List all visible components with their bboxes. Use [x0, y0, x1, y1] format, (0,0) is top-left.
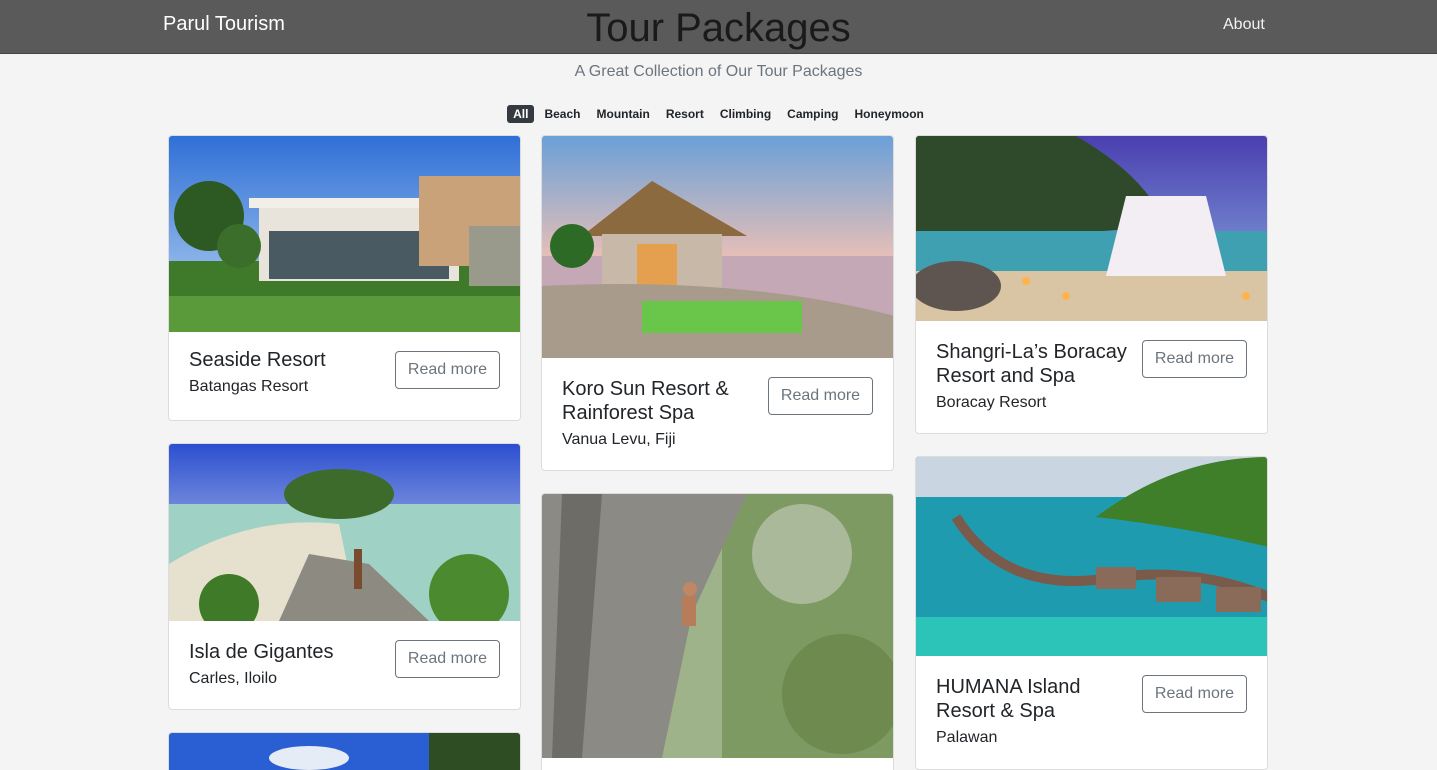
filter-honeymoon[interactable]: Honeymoon — [848, 105, 930, 123]
package-card-koro-sun: Koro Sun Resort & Rainforest Spa Vanua L… — [541, 135, 894, 471]
card-location: Vanua Levu, Fiji — [562, 431, 676, 448]
card-title: Shangri-La’s Boracay Resort and Spa — [936, 341, 1127, 387]
read-more-button[interactable]: Read more — [395, 351, 500, 389]
card-image-isla — [169, 444, 520, 621]
package-card-humana: HUMANA Island Resort & Spa Palawan Read … — [915, 456, 1268, 770]
filter-mountain[interactable]: Mountain — [590, 105, 656, 123]
card-image-koro-sun — [542, 136, 893, 358]
page-title: Tour Packages — [586, 6, 851, 50]
card-image-climbing — [542, 494, 893, 758]
filter-beach[interactable]: Beach — [538, 105, 587, 123]
card-image-shangri-la — [916, 136, 1267, 321]
package-card-isla-de-gigantes: Isla de Gigantes Carles, Iloilo Read mor… — [168, 443, 521, 710]
about-link[interactable]: About — [1223, 16, 1265, 34]
card-title: Koro Sun Resort & Rainforest Spa — [562, 378, 729, 424]
card-title: Seaside Resort — [189, 349, 326, 371]
navbar: Parul Tourism Tour Packages About — [0, 0, 1437, 54]
card-location: Batangas Resort — [189, 378, 309, 395]
card-image-seaside — [169, 136, 520, 332]
filter-camping[interactable]: Camping — [781, 105, 845, 123]
card-image-humana — [916, 457, 1267, 656]
read-more-button[interactable]: Read more — [768, 377, 873, 415]
card-location: Boracay Resort — [936, 394, 1047, 411]
package-card-shangri-la: Shangri-La’s Boracay Resort and Spa Bora… — [915, 135, 1268, 434]
page-subtitle: A Great Collection of Our Tour Packages — [574, 63, 863, 80]
card-location: Carles, Iloilo — [189, 670, 278, 687]
read-more-button[interactable]: Read more — [1142, 675, 1247, 713]
package-card-seaside: Seaside Resort Batangas Resort Read more — [168, 135, 521, 421]
filter-resort[interactable]: Resort — [659, 105, 710, 123]
card-title: HUMANA Island Resort & Spa — [936, 676, 1081, 722]
read-more-button[interactable]: Read more — [395, 640, 500, 678]
card-title: Isla de Gigantes — [189, 641, 334, 663]
read-more-button[interactable]: Read more — [1142, 340, 1247, 378]
filter-bar: All Beach Mountain Resort Climbing Campi… — [0, 105, 1437, 123]
card-location: Palawan — [936, 729, 998, 746]
package-card-partial — [168, 732, 521, 770]
package-card-climbing — [541, 493, 894, 770]
filter-climbing[interactable]: Climbing — [713, 105, 778, 123]
filter-all[interactable]: All — [507, 105, 535, 123]
card-image-partial — [169, 733, 520, 770]
